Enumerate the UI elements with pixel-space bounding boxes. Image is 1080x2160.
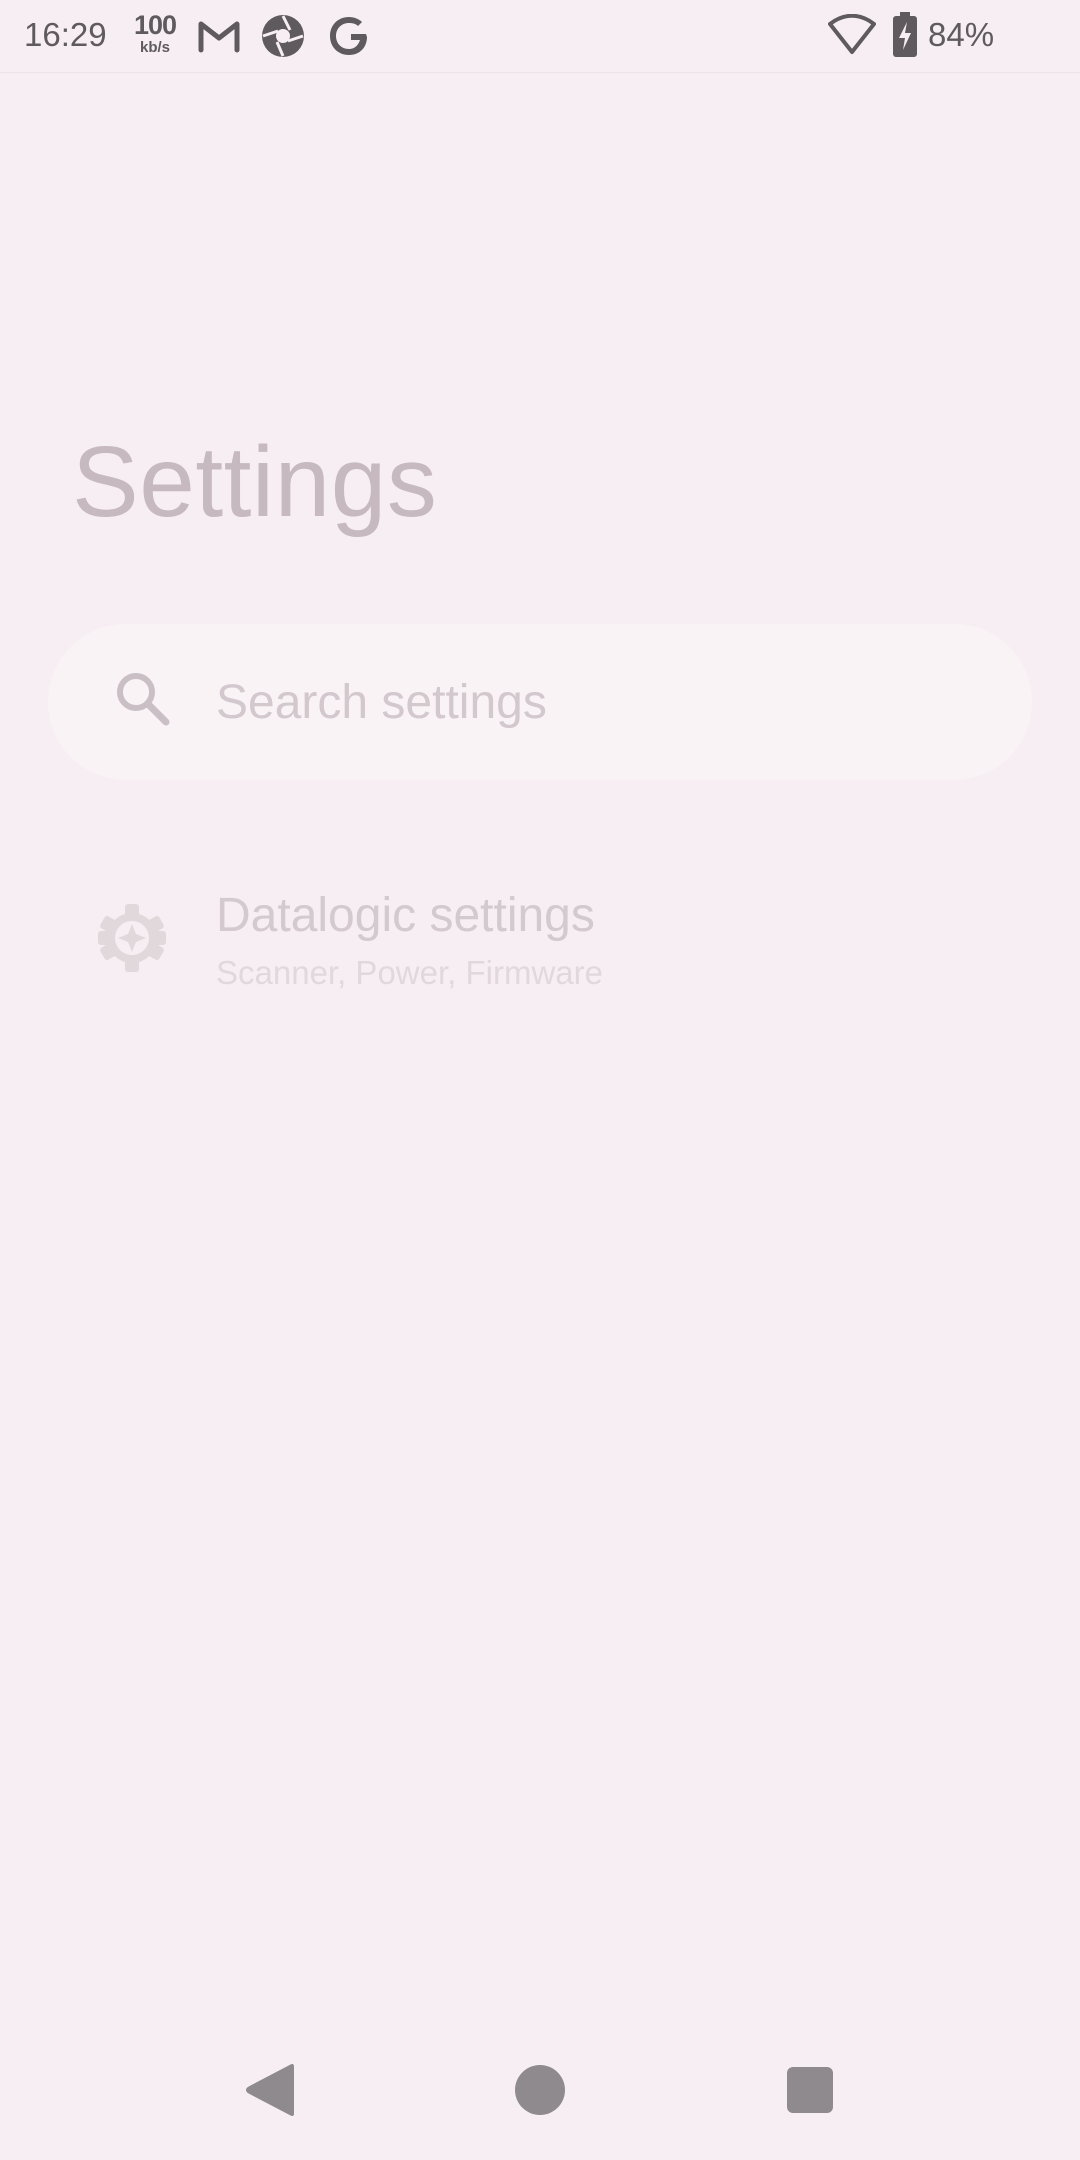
google-icon (328, 14, 372, 63)
gmail-icon (196, 14, 242, 63)
status-time: 16:29 (24, 16, 107, 53)
search-icon (112, 668, 172, 733)
status-bar: 16:29 100 kb/s 84% (0, 0, 1080, 73)
settings-item-subtitle: Scanner, Power, Firmware (216, 954, 603, 991)
home-button[interactable] (514, 2062, 566, 2123)
back-button[interactable] (244, 2062, 296, 2123)
page-title: Settings (72, 426, 438, 538)
search-input[interactable]: Search settings (216, 675, 547, 730)
camera-app-icon (260, 14, 306, 63)
settings-item-title: Datalogic settings (216, 889, 595, 942)
network-speed: 100 kb/s (132, 10, 178, 56)
settings-item-datalogic[interactable]: Datalogic settings Scanner, Power, Firmw… (0, 870, 1080, 1010)
datalogic-gear-icon (96, 902, 168, 979)
network-speed-value: 100 (133, 10, 177, 40)
settings-screen: 16:29 100 kb/s 84% Settings Search setti… (0, 0, 1080, 2160)
battery-charging-icon (892, 12, 918, 63)
wifi-icon (828, 13, 876, 61)
recents-button[interactable] (786, 2062, 834, 2123)
network-speed-unit: kb/s (139, 39, 170, 56)
battery-percent: 84% (928, 16, 995, 53)
navigation-bar (0, 2040, 1080, 2160)
